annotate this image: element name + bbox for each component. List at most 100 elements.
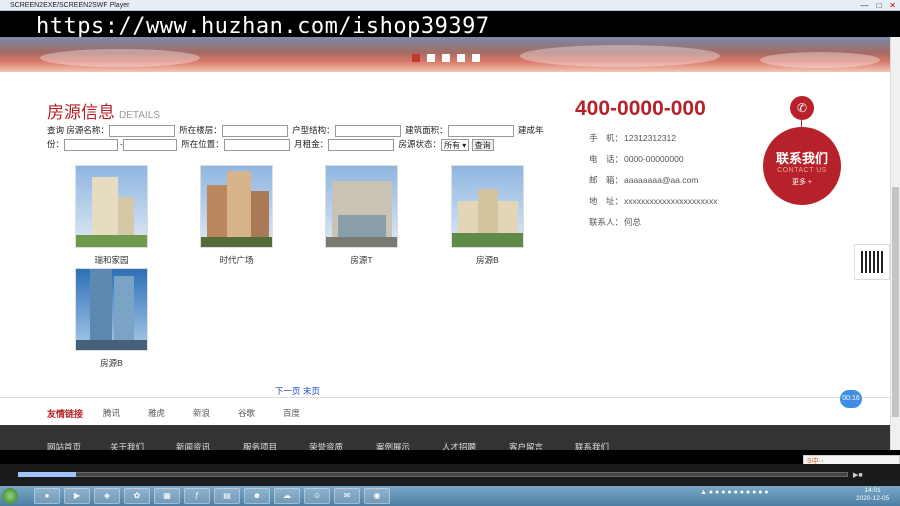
close-icon[interactable]: ✕ <box>889 0 896 11</box>
wechat-icon[interactable]: ✉ <box>334 488 360 504</box>
banner-dot[interactable] <box>442 54 450 62</box>
last-page-link[interactable]: 末页 <box>303 386 320 396</box>
system-tray-icons[interactable]: ▲ ● ● ● ● ● ● ● ● ● ● <box>700 489 769 496</box>
rent-input[interactable] <box>328 138 395 151</box>
property-name[interactable]: 时代广场 <box>219 255 253 265</box>
banner-dot[interactable] <box>427 54 435 62</box>
contact-label: 手 机： <box>589 133 624 143</box>
property-card[interactable]: 房源B <box>74 268 149 369</box>
property-card[interactable]: 时代广场 <box>199 165 274 266</box>
contact-label: 地 址： <box>589 196 624 206</box>
progress-fill <box>18 472 77 477</box>
search-button[interactable]: 查询 <box>471 138 494 151</box>
contact-us-circle[interactable]: 联系我们 CONTACT US 更多 + <box>763 127 841 205</box>
property-image[interactable] <box>75 268 148 351</box>
progress-track[interactable] <box>18 472 848 477</box>
property-name[interactable]: 瑞和家园 <box>94 255 128 265</box>
name-input[interactable] <box>108 124 175 137</box>
browser-icon[interactable]: ◈ <box>94 488 120 504</box>
floor-input[interactable] <box>221 124 288 137</box>
contact-value: 12312312312 <box>624 133 677 143</box>
property-image[interactable] <box>451 165 524 248</box>
contact-row: 电 话：0000-00000000 <box>589 149 718 170</box>
screen-recorder-icon[interactable]: ◉ <box>364 488 390 504</box>
floor-label: 所在楼层： <box>179 125 222 135</box>
friend-link[interactable]: 谷歌 <box>238 407 255 419</box>
contact-row: 联系人：何总 <box>589 212 718 233</box>
section-subtitle: DETAILS <box>119 110 160 121</box>
next-page-link[interactable]: 下一页 <box>275 386 301 396</box>
friend-links-title: 友情链接 <box>47 409 84 419</box>
friend-link[interactable]: 雅虎 <box>148 407 165 419</box>
recording-timer: 00:16 <box>840 390 862 408</box>
contact-row: 手 机：12312312312 <box>589 128 718 149</box>
phone-icon: ✆ <box>790 96 814 120</box>
contact-value: 何总 <box>624 217 642 227</box>
badge-subtitle: CONTACT US <box>777 167 827 174</box>
banner-dot[interactable] <box>412 54 420 62</box>
folder-icon[interactable]: ▤ <box>214 488 240 504</box>
property-card[interactable]: 瑞和家园 <box>74 165 149 266</box>
start-button-icon[interactable] <box>2 488 18 504</box>
friend-link[interactable]: 腾讯 <box>103 407 120 419</box>
property-name[interactable]: 房源B <box>100 358 123 368</box>
clock-time: 14:01 <box>864 487 881 494</box>
windows-taskbar: ● ▶ ◈ ✿ ▦ ƒ ▤ ☻ ☁ ☺ ✉ ◉ ▲ ● ● ● ● ● ● ● … <box>0 486 900 506</box>
spreadsheet-icon[interactable]: ▦ <box>154 488 180 504</box>
page-scrollbar[interactable] <box>890 37 900 450</box>
status-select[interactable]: 所有 ▾ <box>441 138 470 151</box>
qq-icon[interactable]: ☻ <box>244 488 270 504</box>
layout-label: 户型结构： <box>292 125 335 135</box>
chrome-icon[interactable]: ● <box>34 488 60 504</box>
minimize-icon[interactable]: — <box>860 0 868 11</box>
year-from-input[interactable] <box>64 138 119 151</box>
property-image[interactable] <box>325 165 398 248</box>
maximize-icon[interactable]: □ <box>876 0 881 11</box>
avatar-app-icon[interactable]: ☺ <box>304 488 330 504</box>
scrollbar-thumb[interactable] <box>892 187 899 417</box>
friend-link[interactable]: 新浪 <box>193 407 210 419</box>
pagination: 下一页 末页 <box>275 385 320 397</box>
footer-nav: 网站首页 关于我们 新闻资讯 服务项目 荣誉资质 案例展示 人才招聘 客户留言 … <box>0 425 890 452</box>
query-label: 查询 <box>47 125 65 135</box>
hotline-number: 400-0000-000 <box>575 97 706 120</box>
cloud-icon[interactable]: ☁ <box>274 488 300 504</box>
player-controls: ▶■ <box>0 464 900 486</box>
badge-title: 联系我们 <box>775 151 828 166</box>
rent-label: 月租金： <box>294 139 329 149</box>
section-title: 房源信息 DETAILS <box>47 98 160 123</box>
property-image[interactable] <box>75 165 148 248</box>
banner-dot[interactable] <box>457 54 465 62</box>
property-name[interactable]: 房源B <box>476 255 499 265</box>
layout-input[interactable] <box>334 124 401 137</box>
status-select-value: 所有 <box>444 140 461 150</box>
contact-value: aaaaaaaa@aa.com <box>624 175 699 185</box>
search-form: 查询 房源名称： 所在楼层： 户型结构： 建筑面积： 建成年份： - 所在位置： … <box>47 124 544 151</box>
year-to-input[interactable] <box>122 138 177 151</box>
property-card[interactable]: 房源B <box>450 165 525 266</box>
flash-icon[interactable]: ƒ <box>184 488 210 504</box>
contact-label: 电 话： <box>589 154 624 164</box>
property-name[interactable]: 房源T <box>350 255 372 265</box>
badge-more-link[interactable]: 更多 + <box>763 177 841 187</box>
watermark-url: https://www.huzhan.com/ishop39397 <box>36 14 490 39</box>
friend-link[interactable]: 百度 <box>283 407 300 419</box>
clock-date: 2020-12-05 <box>856 495 890 502</box>
contact-row: 邮 箱：aaaaaaaa@aa.com <box>589 170 718 191</box>
property-image[interactable] <box>200 165 273 248</box>
location-input[interactable] <box>223 138 290 151</box>
area-label: 建筑面积： <box>405 125 448 135</box>
contact-us-badge[interactable]: ✆ 联系我们 CONTACT US 更多 + <box>763 96 841 205</box>
contact-label: 邮 箱： <box>589 175 624 185</box>
banner-dot[interactable] <box>472 54 480 62</box>
leaf-app-icon[interactable]: ✿ <box>124 488 150 504</box>
system-clock[interactable]: 14:01 2020-12-05 <box>856 487 889 503</box>
qr-code-icon[interactable] <box>854 244 890 280</box>
status-label: 房源状态： <box>398 139 442 149</box>
section-title-text: 房源信息 <box>47 103 115 122</box>
location-label: 所在位置： <box>181 139 224 149</box>
property-card[interactable]: 房源T <box>324 165 399 266</box>
media-player-icon[interactable]: ▶ <box>64 488 90 504</box>
contact-info: 手 机：12312312312 电 话：0000-00000000 邮 箱：aa… <box>589 128 718 233</box>
area-input[interactable] <box>447 124 514 137</box>
